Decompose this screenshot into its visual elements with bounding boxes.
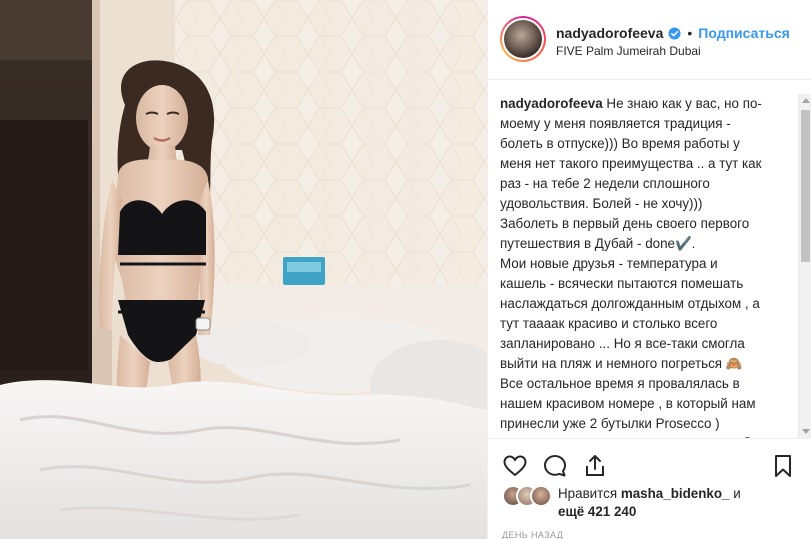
username-link[interactable]: nadyadorofeeva bbox=[556, 25, 663, 41]
likes-user-link[interactable]: masha_bidenko_ bbox=[621, 486, 730, 501]
scroll-down-arrow-icon[interactable] bbox=[802, 429, 810, 434]
bookmark-icon[interactable] bbox=[770, 453, 796, 479]
likes-row: Нравится masha_bidenko_ и ещё 421 240 bbox=[502, 485, 741, 521]
location-link[interactable]: FIVE Palm Jumeirah Dubai bbox=[556, 44, 701, 58]
avatar-border bbox=[502, 18, 544, 60]
comment-icon[interactable] bbox=[542, 453, 568, 479]
likers-avatars[interactable] bbox=[502, 485, 556, 507]
post-header: nadyadorofeeva • Подписаться FIVE Palm J… bbox=[488, 0, 811, 80]
post-photo[interactable] bbox=[0, 0, 487, 539]
header-user-line: nadyadorofeeva • Подписаться bbox=[556, 25, 790, 41]
likes-text: Нравится masha_bidenko_ и ещё 421 240 bbox=[558, 485, 741, 521]
scrollbar[interactable] bbox=[798, 94, 811, 438]
caption-text: Не знаю как у вас, но по- моему у меня п… bbox=[500, 96, 762, 438]
caption: nadyadorofeeva Не знаю как у вас, но по-… bbox=[500, 94, 796, 438]
liker-avatar bbox=[530, 485, 552, 507]
comments-area[interactable]: nadyadorofeeva Не знаю как у вас, но по-… bbox=[488, 80, 811, 438]
follow-button[interactable]: Подписаться bbox=[698, 25, 790, 41]
likes-prefix: Нравится bbox=[558, 486, 618, 501]
verified-badge-icon bbox=[668, 26, 681, 40]
scrollbar-thumb[interactable] bbox=[801, 110, 810, 262]
likes-middle: и bbox=[729, 486, 741, 501]
avatar-image bbox=[504, 20, 542, 58]
separator-dot: • bbox=[687, 25, 693, 41]
caption-username[interactable]: nadyadorofeeva bbox=[500, 96, 603, 111]
share-icon[interactable] bbox=[582, 453, 608, 479]
likes-count-link[interactable]: ещё 421 240 bbox=[558, 504, 636, 519]
post-photo-image bbox=[0, 0, 487, 539]
post-timestamp[interactable]: ДЕНЬ НАЗАД bbox=[502, 530, 563, 539]
heart-icon[interactable] bbox=[502, 453, 528, 479]
scroll-up-arrow-icon[interactable] bbox=[802, 98, 810, 103]
avatar[interactable] bbox=[500, 16, 546, 62]
post-actions: Нравится masha_bidenko_ и ещё 421 240 ДЕ… bbox=[488, 438, 811, 539]
post-side-panel: nadyadorofeeva • Подписаться FIVE Palm J… bbox=[487, 0, 811, 539]
